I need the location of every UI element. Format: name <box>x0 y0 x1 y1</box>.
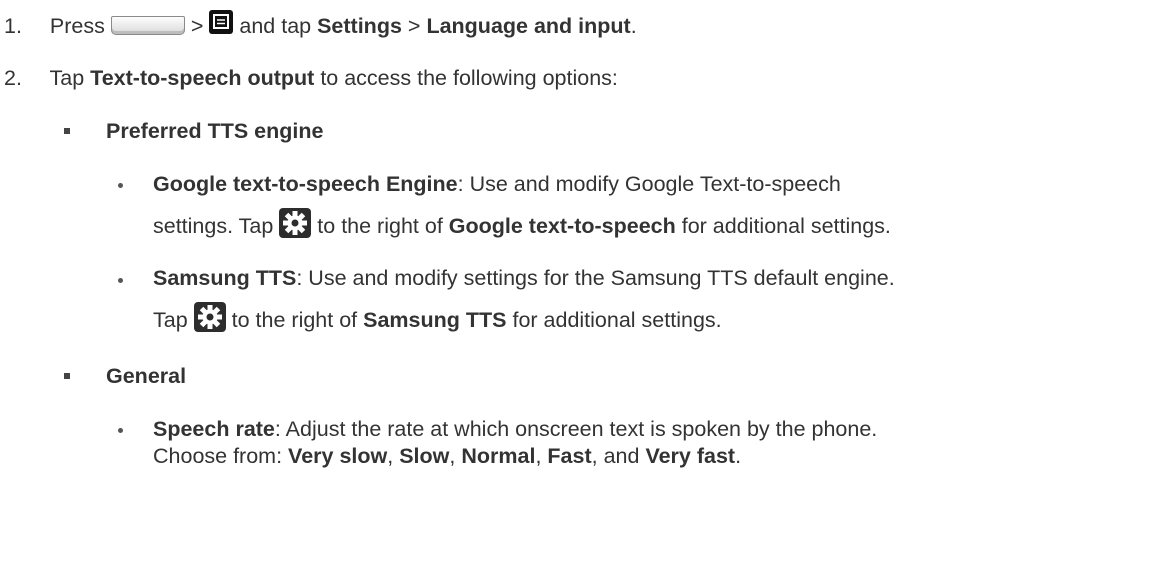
settings-term: Settings <box>317 14 402 38</box>
section-heading: General <box>106 364 187 388</box>
dot-bullet-icon <box>118 183 123 188</box>
step-1: 1. Press > and tap Settings > Language a… <box>4 10 637 42</box>
list-item-continued: Choose from: Very slow, Slow, Normal, Fa… <box>153 444 742 468</box>
list-item-continued: Tap to the right of Samsung TTS for addi <box>153 302 722 336</box>
menu-key-icon <box>209 10 234 35</box>
step-number: 2. <box>4 66 22 90</box>
gear-icon <box>193 302 226 333</box>
step-number: 1. <box>4 14 22 38</box>
gear-icon <box>279 208 312 239</box>
list-item: Samsung TTS: Use and modify settings for… <box>153 266 895 290</box>
square-bullet-icon <box>64 373 70 379</box>
home-key-icon <box>110 15 185 35</box>
dot-bullet-icon <box>118 428 123 433</box>
section-heading: Preferred TTS engine <box>106 119 324 143</box>
language-input-term: Language and input <box>426 14 631 38</box>
samsung-tts-term: Samsung TTS <box>153 266 297 290</box>
step-text: Press <box>49 14 105 38</box>
square-bullet-icon <box>64 128 70 134</box>
speech-rate-term: Speech rate <box>153 417 275 441</box>
google-tts-term: Google text-to-speech Engine <box>153 172 458 196</box>
list-item-continued: settings. Tap to the right of Google tex… <box>153 208 891 242</box>
list-item: Google text-to-speech Engine: Use and mo… <box>153 172 841 196</box>
step-2: 2. Tap Text-to-speech output to access t… <box>4 62 618 94</box>
dot-bullet-icon <box>118 278 123 283</box>
text-to-speech-output-term: Text-to-speech output <box>90 66 315 90</box>
